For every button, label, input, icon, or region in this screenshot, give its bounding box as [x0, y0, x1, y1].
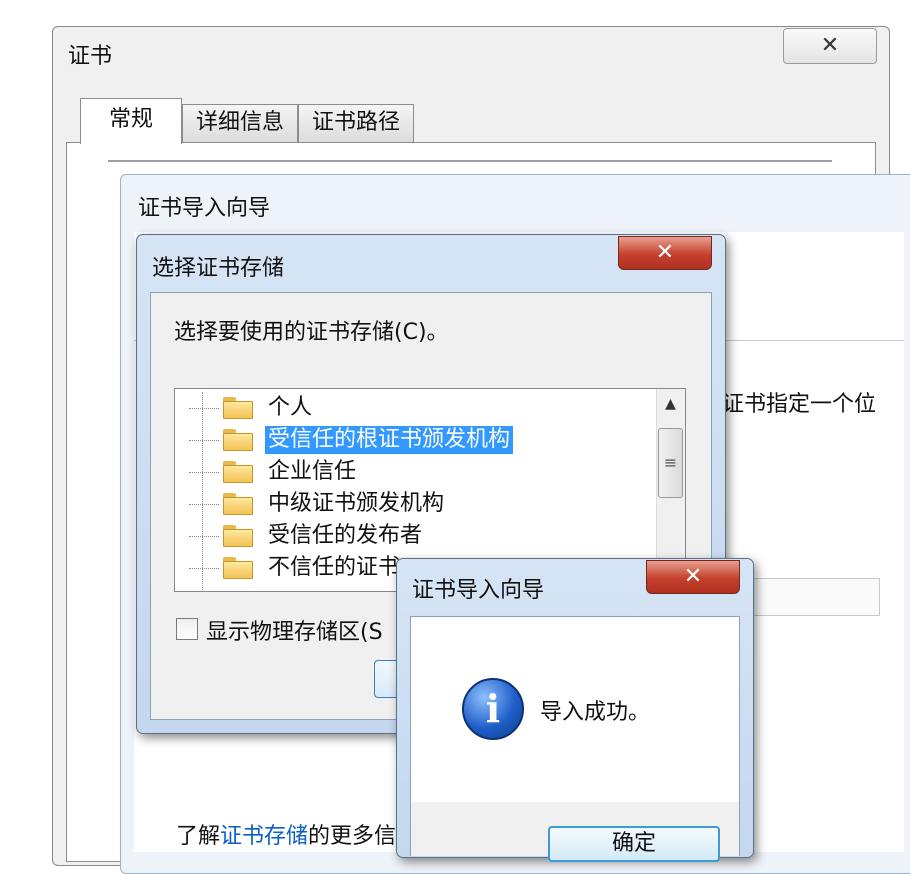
certificate-store-link[interactable]: 证书存储: [220, 824, 308, 849]
select-store-close-button[interactable]: ✕: [618, 236, 712, 270]
tree-item-label: 企业信任: [268, 459, 357, 484]
tree-connector: [189, 407, 219, 409]
certificate-close-button[interactable]: ✕: [783, 28, 877, 64]
tree-connector: [189, 535, 219, 537]
tree-item-untrusted[interactable]: 不信任的证书: [189, 553, 403, 583]
tree-vertical-connector: [202, 392, 203, 592]
import-wizard-body-text: 证书指定一个位: [722, 392, 877, 417]
info-icon: i: [462, 678, 524, 740]
tree-item-trusted-publishers[interactable]: 受信任的发布者: [189, 521, 425, 551]
select-store-title: 选择证书存储: [152, 256, 285, 281]
import-wizard-title: 证书导入向导: [138, 196, 271, 221]
show-physical-stores-label: 显示物理存储区(S: [206, 620, 383, 645]
tree-item-label: 中级证书颁发机构: [268, 491, 445, 516]
folder-icon: [223, 461, 253, 483]
tree-item-label: 不信任的证书: [268, 555, 401, 580]
tree-connector: [189, 439, 219, 441]
tab-details[interactable]: 详细信息: [182, 104, 298, 142]
import-success-close-button[interactable]: ✕: [646, 560, 740, 594]
folder-icon: [223, 397, 253, 419]
folder-icon: [223, 525, 253, 547]
tree-item-intermediate-ca[interactable]: 中级证书颁发机构: [189, 489, 447, 519]
scroll-up-icon[interactable]: ▲: [656, 396, 685, 412]
tree-item-label: 受信任的发布者: [268, 523, 423, 548]
folder-icon: [223, 429, 253, 451]
learn-more-suffix: 的更多信: [308, 824, 397, 849]
select-store-prompt: 选择要使用的证书存储(C)。: [174, 320, 449, 345]
certificate-window-title: 证书: [68, 44, 113, 69]
learn-more-prefix: 了解: [176, 824, 221, 849]
tree-item-label: 受信任的根证书颁发机构: [265, 426, 514, 454]
tab-certification-path[interactable]: 证书路径: [298, 104, 414, 142]
learn-more-text: 了解证书存储的更多信: [176, 818, 396, 850]
import-success-title: 证书导入向导: [412, 578, 545, 603]
tree-connector: [189, 503, 219, 505]
tree-connector: [189, 471, 219, 473]
tree-item-enterprise-trust[interactable]: 企业信任: [189, 457, 359, 487]
scroll-thumb[interactable]: ≡: [658, 428, 683, 498]
tab-general[interactable]: 常规: [80, 98, 182, 144]
tree-item-trusted-root[interactable]: 受信任的根证书颁发机构: [189, 425, 514, 455]
certificate-panel-divider: [108, 160, 832, 162]
import-success-ok-button[interactable]: 确定: [548, 826, 720, 862]
tree-item-personal[interactable]: 个人: [189, 393, 315, 423]
folder-icon: [223, 557, 253, 579]
folder-icon: [223, 493, 253, 515]
tree-connector: [189, 567, 219, 569]
import-success-message: 导入成功。: [540, 700, 651, 725]
show-physical-stores-checkbox[interactable]: [176, 618, 198, 640]
tree-item-label: 个人: [268, 395, 313, 420]
